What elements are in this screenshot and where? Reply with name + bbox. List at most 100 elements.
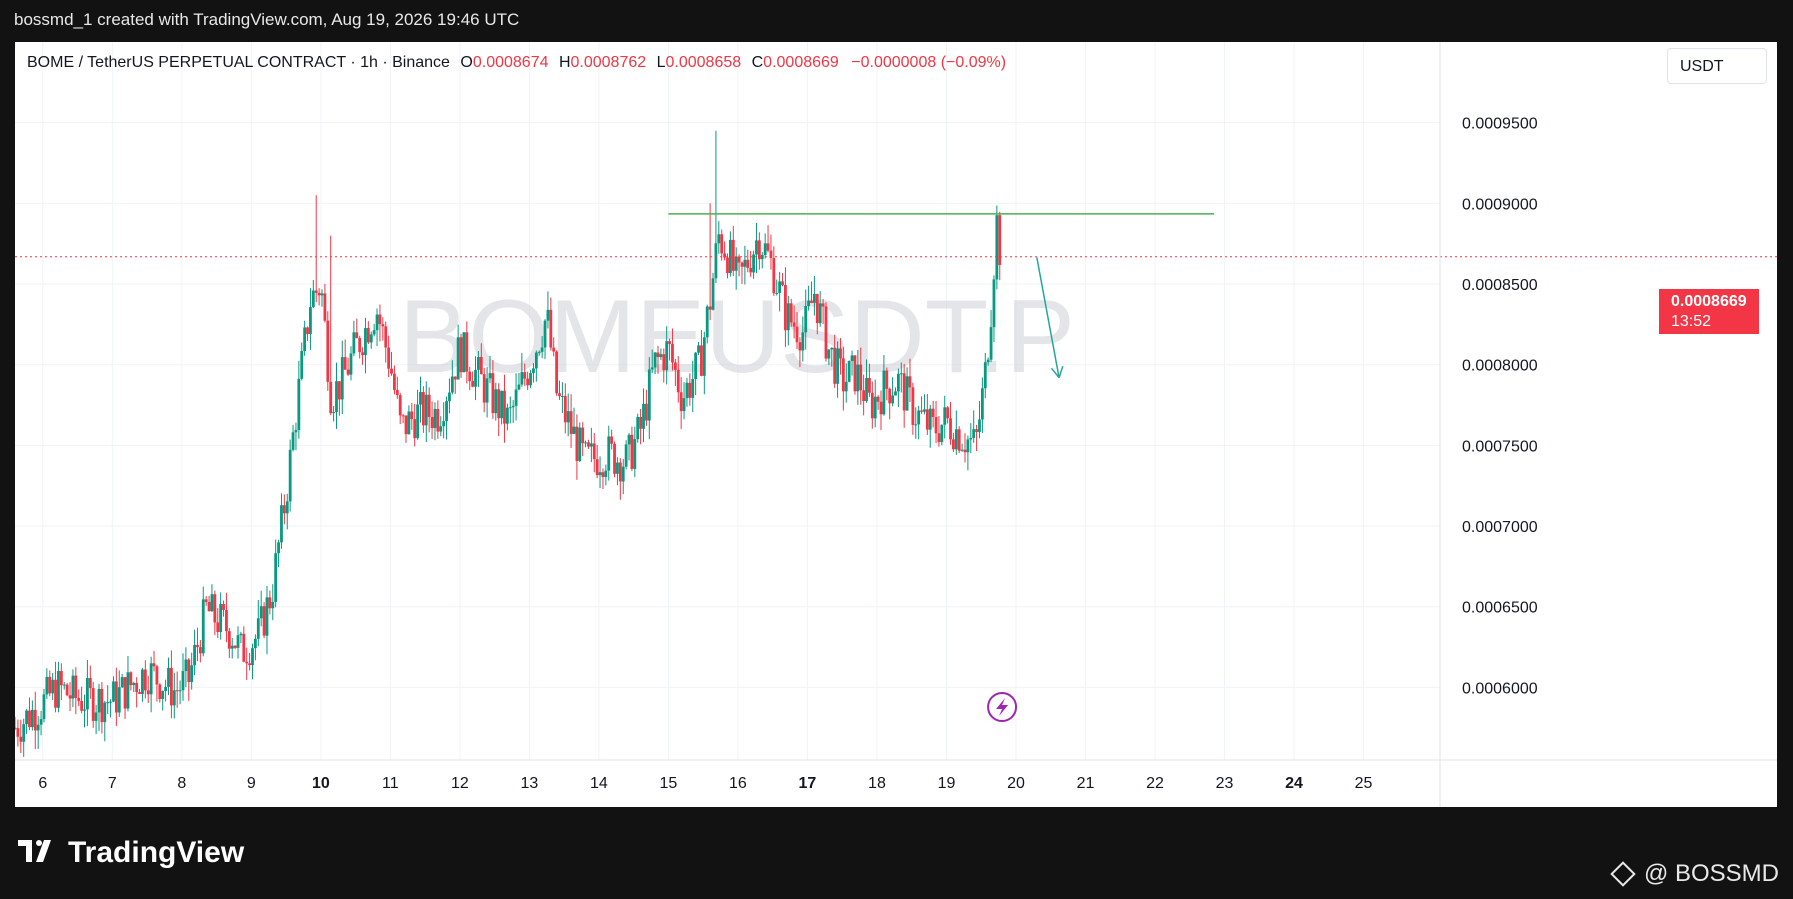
time-tick-label: 8	[177, 775, 186, 792]
time-tick-label: 12	[451, 775, 469, 792]
candle-body	[204, 599, 208, 602]
candle-body	[274, 553, 278, 602]
candle-body	[384, 326, 388, 348]
tradingview-logo[interactable]: TradingView	[18, 836, 244, 870]
candle-body	[320, 293, 324, 296]
candle-body	[616, 462, 619, 474]
candle-body	[578, 427, 582, 461]
candle-body	[503, 390, 506, 424]
time-tick-label: 17	[799, 775, 817, 792]
candle-body	[500, 390, 503, 419]
candle-body	[914, 424, 918, 426]
candle-body	[332, 411, 335, 414]
candle-body	[969, 438, 973, 440]
candle-body	[726, 257, 729, 274]
candle-body	[146, 690, 150, 695]
candle-body	[491, 373, 495, 414]
candle-body	[847, 361, 851, 382]
candle-body	[633, 439, 637, 469]
candle-body	[471, 381, 475, 387]
candle-body	[291, 432, 295, 450]
candle-body	[19, 736, 23, 742]
candle-body	[824, 306, 828, 359]
candle-body	[618, 462, 622, 482]
price-tick-label: 0.0006500	[1462, 600, 1538, 617]
candle-body	[963, 449, 967, 453]
low-label: L	[656, 54, 666, 71]
candle-body	[514, 389, 518, 406]
candle-body	[485, 378, 489, 403]
flash-icon[interactable]	[987, 692, 1018, 722]
candle-body	[731, 239, 735, 271]
author-credit-text: @ BOSSMD	[1643, 860, 1779, 887]
candle-body	[810, 300, 813, 303]
candle-body	[225, 610, 228, 632]
candle-body	[598, 472, 602, 476]
candle-body	[213, 594, 217, 623]
open-label: O	[460, 54, 473, 71]
candle-body	[22, 724, 26, 742]
price-tick-label: 0.0009500	[1462, 116, 1538, 133]
candle-body	[911, 387, 915, 425]
candle-body	[187, 659, 191, 683]
symbol-title[interactable]: BOME / TetherUS PERPETUAL CONTRACT · 1h …	[27, 54, 450, 71]
candle-body	[477, 356, 480, 370]
candle-body	[685, 382, 689, 399]
candle-body	[439, 426, 443, 432]
candle-body	[216, 622, 220, 633]
candle-body	[671, 343, 674, 363]
candle-body	[647, 369, 651, 421]
candle-body	[448, 392, 451, 402]
candle-body	[123, 677, 127, 709]
candle-body	[233, 645, 237, 648]
candle-body	[592, 443, 596, 460]
candle-body	[549, 309, 553, 348]
candle-body	[282, 505, 286, 514]
high-label: H	[558, 54, 571, 71]
candle-body	[346, 369, 350, 375]
candle-body	[676, 369, 680, 393]
candle-body	[610, 436, 614, 444]
candle-body	[468, 371, 472, 382]
candle-body	[792, 322, 796, 327]
candle-body	[795, 326, 799, 343]
currency-button[interactable]: USDT	[1667, 48, 1767, 84]
candle-body	[986, 359, 990, 363]
candle-body	[36, 724, 40, 731]
candle-body	[230, 645, 234, 649]
candle-body	[896, 373, 900, 392]
candle-body	[978, 419, 981, 432]
author-credit: @ BOSSMD	[1610, 860, 1779, 888]
candle-body	[210, 594, 214, 612]
candle-body	[928, 408, 932, 430]
candle-body	[152, 663, 156, 667]
candle-body	[430, 416, 434, 429]
candle-body	[259, 606, 263, 619]
price-tick-label: 0.0008000	[1462, 358, 1538, 375]
candle-body	[91, 688, 95, 721]
candle-body	[256, 618, 260, 639]
candle-body	[853, 355, 857, 392]
candle-body	[158, 684, 162, 699]
candle-body	[306, 327, 309, 335]
candle-body	[15, 727, 17, 729]
close-value: 0.0008669	[763, 54, 839, 71]
candle-body	[358, 338, 362, 353]
candle-body	[143, 669, 147, 691]
candle-body	[311, 290, 315, 308]
candle-body	[54, 679, 57, 708]
chart-canvas[interactable]: BOMEUSDT.P 0.00060000.00065000.00070000.…	[15, 42, 1777, 807]
candle-body	[755, 240, 758, 255]
candle-body	[989, 327, 993, 360]
candle-body	[604, 470, 608, 478]
candle-body	[711, 278, 715, 310]
candle-body	[520, 372, 524, 385]
candle-body	[569, 411, 573, 434]
candle-body	[450, 376, 454, 393]
candle-body	[540, 347, 544, 352]
candle-body	[268, 597, 272, 609]
candle-body	[552, 347, 556, 352]
candle-body	[737, 256, 741, 263]
candle-body	[16, 728, 20, 737]
candle-body	[349, 353, 353, 375]
